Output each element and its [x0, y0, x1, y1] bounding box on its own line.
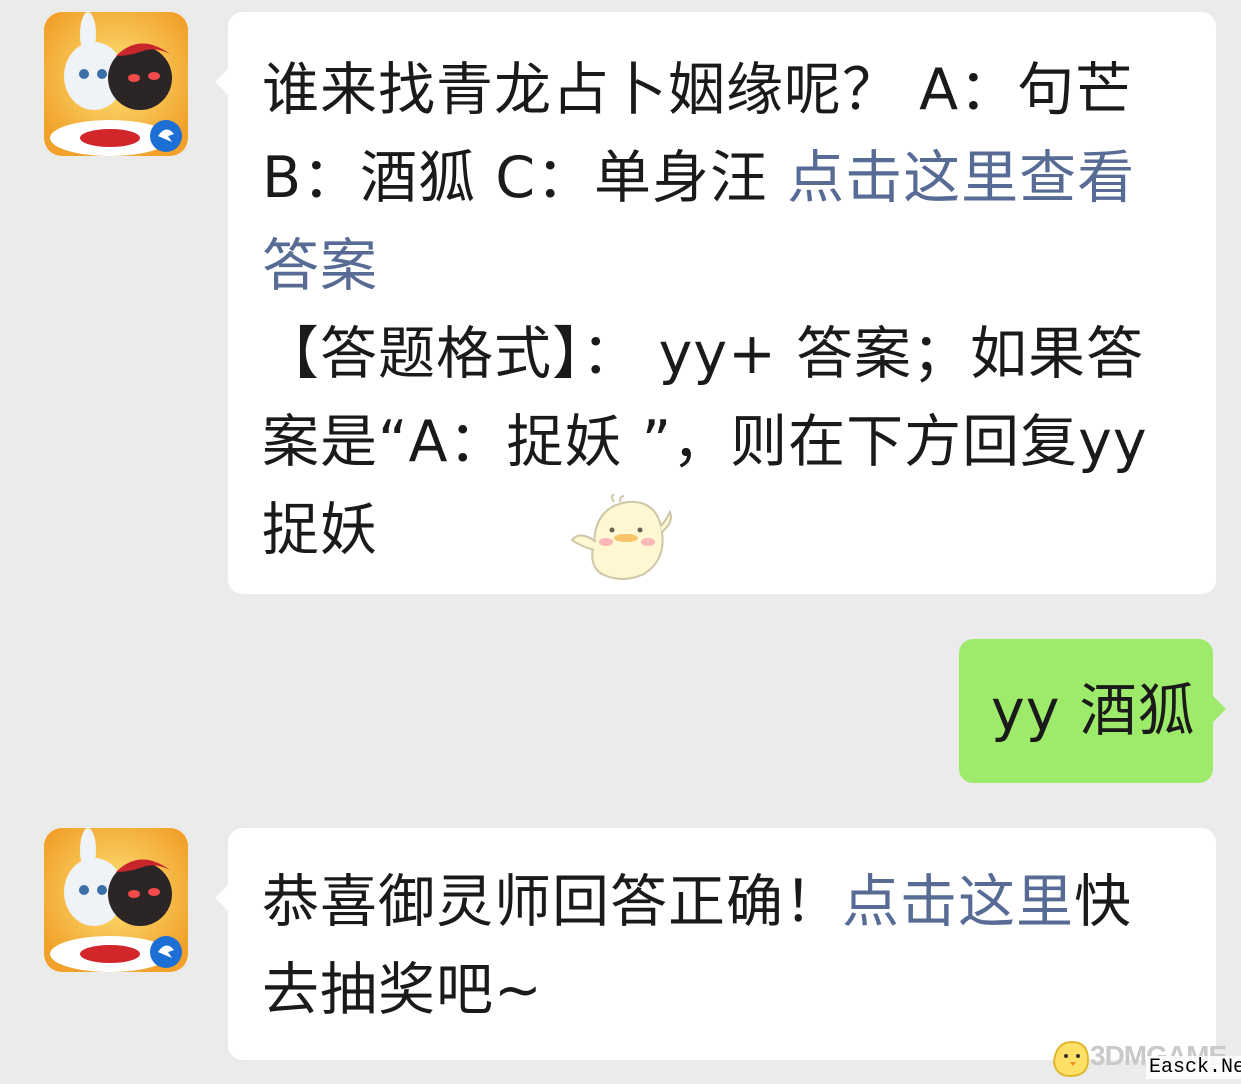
chick-watermark-icon	[1052, 1040, 1090, 1078]
congrats-text: 恭喜御灵师回答正确！	[262, 869, 842, 935]
answer-format-text: 【答题格式】： yy+ 答案；如果答案是“A：捉妖 ”，则在下方回复yy 捉妖	[262, 321, 1148, 563]
game-avatar-icon[interactable]	[44, 12, 188, 156]
outgoing-message-bubble[interactable]: yy 酒狐	[959, 639, 1226, 783]
message-text: 谁来找青龙占卜姻缘呢？ A：句芒 B：酒狐 C：单身汪 点击这里查看答案	[262, 46, 1186, 310]
lottery-link[interactable]: 点击这里	[842, 869, 1074, 935]
message-text: 恭喜御灵师回答正确！点击这里快去抽奖吧~	[262, 858, 1186, 1034]
watermark-site: Easck.Net	[1146, 1056, 1241, 1079]
game-avatar-icon[interactable]	[44, 828, 188, 972]
reply-text: yy 酒狐	[991, 678, 1196, 744]
chat-window: 谁来找青龙占卜姻缘呢？ A：句芒 B：酒狐 C：单身汪 点击这里查看答案 【答题…	[0, 0, 1241, 1084]
incoming-message-bubble[interactable]: 谁来找青龙占卜姻缘呢？ A：句芒 B：酒狐 C：单身汪 点击这里查看答案 【答题…	[215, 12, 1216, 594]
watermark: 3DMGAME Easck.Net	[1044, 1026, 1241, 1084]
chick-sticker-icon	[566, 493, 676, 584]
